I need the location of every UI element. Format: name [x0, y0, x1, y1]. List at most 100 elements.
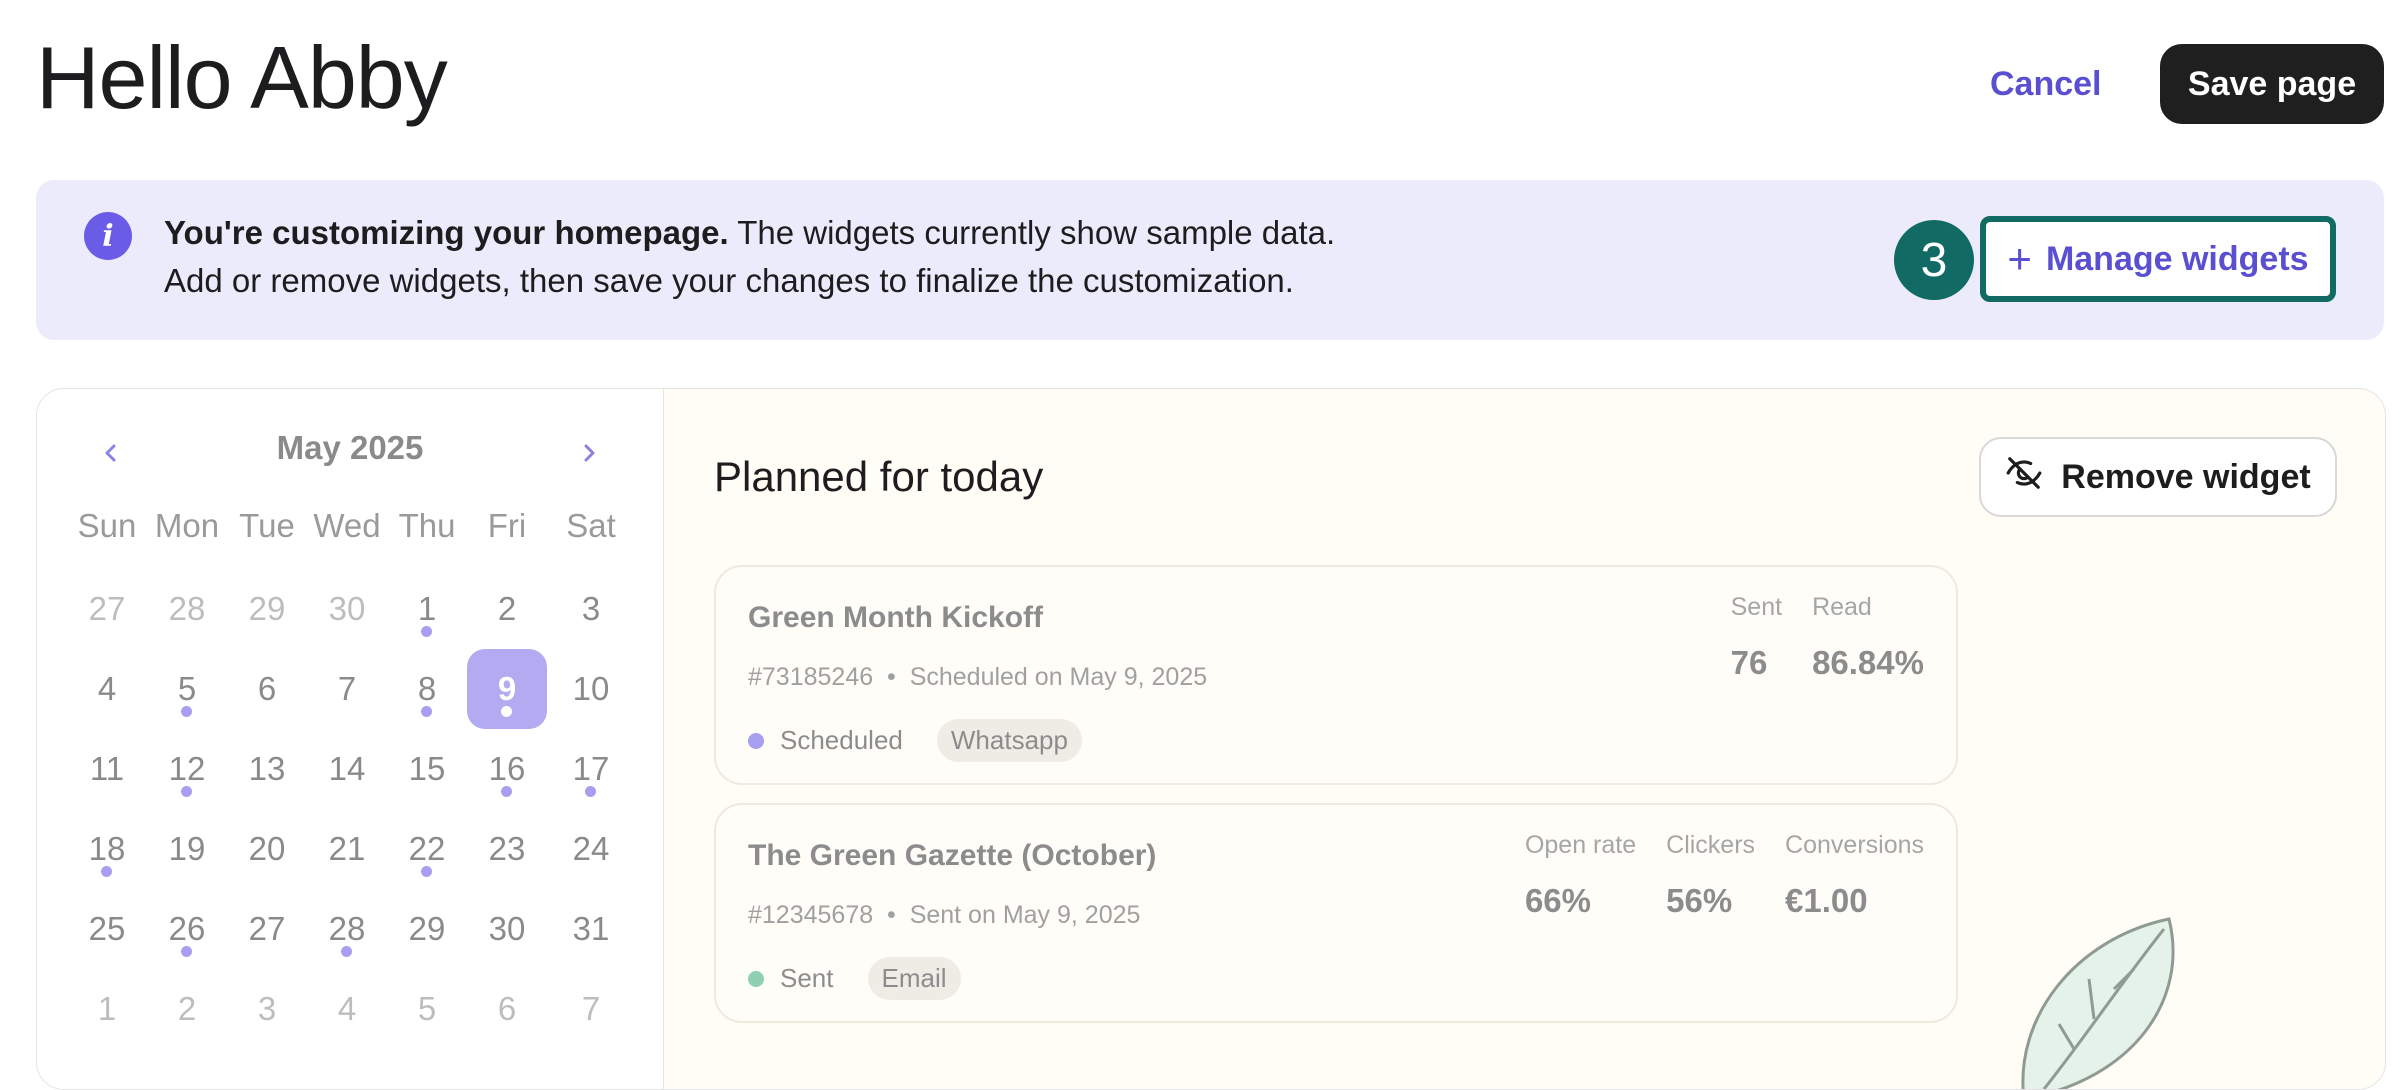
calendar-day-number: 10: [572, 670, 610, 707]
weekday-label: Fri: [487, 507, 527, 544]
calendar-day[interactable]: 28: [147, 569, 227, 649]
calendar-day-number: 6: [497, 990, 517, 1027]
calendar-day-number: 5: [417, 990, 437, 1027]
calendar-day-number: 7: [581, 990, 601, 1027]
campaign-card[interactable]: Green Month Kickoff #73185246 • Scheduled…: [714, 565, 1958, 785]
calendar-day[interactable]: 2: [467, 569, 547, 649]
remove-widget-button[interactable]: Remove widget: [1979, 437, 2337, 517]
calendar-day[interactable]: 1: [67, 969, 147, 1049]
leaf-illustration: [2021, 917, 2175, 1089]
campaign-status: Sent Email: [748, 957, 961, 1000]
calendar-day[interactable]: 17: [551, 729, 631, 809]
calendar-day[interactable]: 29: [387, 889, 467, 969]
weekday-label: Mon: [154, 507, 220, 544]
planned-for-today-widget: Planned for today Remove widget Green Mo…: [664, 389, 2385, 1089]
metric-label: Read: [1812, 593, 1872, 621]
event-dot: [421, 706, 432, 717]
event-dot: [341, 946, 352, 957]
calendar-day-number: 14: [328, 750, 366, 787]
calendar-day-number: 6: [257, 670, 277, 707]
calendar-day[interactable]: 1: [387, 569, 467, 649]
weekday-label: Tue: [239, 507, 295, 544]
status-dot: [748, 970, 764, 987]
page-title: Hello Abby: [36, 28, 448, 127]
calendar-day[interactable]: 23: [467, 809, 547, 889]
calendar-day-number: 1: [417, 590, 437, 627]
calendar-day-number: 25: [88, 910, 126, 947]
cancel-button[interactable]: Cancel: [1990, 56, 2102, 112]
calendar-day[interactable]: 27: [227, 889, 307, 969]
calendar-day[interactable]: 6: [227, 649, 307, 729]
calendar-day[interactable]: 16: [467, 729, 547, 809]
metric-value: €1.00: [1785, 882, 1868, 919]
calendar-day[interactable]: 3: [551, 569, 631, 649]
campaign-meta: #12345678 • Sent on May 9, 2025: [748, 901, 1140, 930]
calendar-day[interactable]: 15: [387, 729, 467, 809]
calendar-day[interactable]: 5: [387, 969, 467, 1049]
calendar-day-number: 13: [248, 750, 286, 787]
event-dot: [585, 786, 596, 797]
calendar-day-number: 28: [328, 910, 366, 947]
calendar-day[interactable]: 4: [67, 649, 147, 729]
calendar-day-number: 15: [408, 750, 446, 787]
banner-text: You're customizing your homepage. The wi…: [164, 214, 1335, 252]
calendar-day[interactable]: 7: [307, 649, 387, 729]
calendar-day[interactable]: 6: [467, 969, 547, 1049]
chevron-right-icon[interactable]: [567, 431, 611, 475]
event-dot: [181, 946, 192, 957]
event-dot: [181, 786, 192, 797]
weekday-label: Sat: [566, 507, 616, 544]
calendar-day-number: 4: [97, 670, 117, 707]
calendar-day[interactable]: 30: [467, 889, 547, 969]
step-number-badge: 3: [1894, 220, 1974, 300]
info-icon: i: [84, 212, 132, 260]
calendar-day[interactable]: 8: [387, 649, 467, 729]
calendar-day-number: 8: [417, 670, 437, 707]
calendar-day[interactable]: 7: [551, 969, 631, 1049]
calendar-day[interactable]: 27: [67, 569, 147, 649]
save-page-button[interactable]: Save page: [2160, 44, 2384, 124]
calendar-day[interactable]: 12: [147, 729, 227, 809]
event-dot: [101, 866, 112, 877]
calendar-day[interactable]: 30: [307, 569, 387, 649]
calendar-day[interactable]: 10: [551, 649, 631, 729]
channel-badge: Whatsapp: [936, 719, 1082, 762]
calendar-day[interactable]: 4: [307, 969, 387, 1049]
calendar-day-number: 11: [89, 750, 125, 787]
calendar-day[interactable]: 19: [147, 809, 227, 889]
calendar-day[interactable]: 24: [551, 809, 631, 889]
metric: Conversions €1.00: [1785, 831, 1924, 920]
calendar-day[interactable]: 29: [227, 569, 307, 649]
calendar-day[interactable]: 18: [67, 809, 147, 889]
calendar-day[interactable]: 28: [307, 889, 387, 969]
metric-value: 86.84%: [1812, 644, 1924, 681]
calendar-day[interactable]: 21: [307, 809, 387, 889]
campaign-title: Green Month Kickoff: [748, 601, 1044, 634]
manage-widgets-button[interactable]: + Manage widgets: [1980, 216, 2336, 302]
calendar-day[interactable]: 14: [307, 729, 387, 809]
calendar-day[interactable]: 31: [551, 889, 631, 969]
separator-dot: •: [873, 901, 910, 929]
calendar-day[interactable]: 2: [147, 969, 227, 1049]
metric-label: Conversions: [1785, 831, 1924, 859]
metric-value: 56%: [1666, 882, 1733, 919]
campaign-card[interactable]: The Green Gazette (October) #12345678 • S…: [714, 803, 1958, 1023]
channel-badge: Email: [867, 957, 961, 1000]
event-dot: [181, 706, 192, 717]
calendar-day[interactable]: 20: [227, 809, 307, 889]
calendar-day-selected[interactable]: 9: [467, 649, 547, 729]
calendar-day[interactable]: 3: [227, 969, 307, 1049]
calendar-day[interactable]: 11: [67, 729, 147, 809]
calendar-day-number: 27: [248, 910, 286, 947]
calendar-day[interactable]: 26: [147, 889, 227, 969]
calendar-day[interactable]: 13: [227, 729, 307, 809]
metric: Read 86.84%: [1812, 593, 1924, 682]
calendar-day-number: 2: [177, 990, 197, 1027]
metric: Sent 76: [1731, 593, 1782, 682]
calendar-day[interactable]: 25: [67, 889, 147, 969]
calendar-day[interactable]: 5: [147, 649, 227, 729]
calendar-day-number: 30: [328, 590, 366, 627]
calendar-day[interactable]: 22: [387, 809, 467, 889]
calendar-day-number: 4: [337, 990, 357, 1027]
calendar-day-number: 12: [168, 750, 206, 787]
